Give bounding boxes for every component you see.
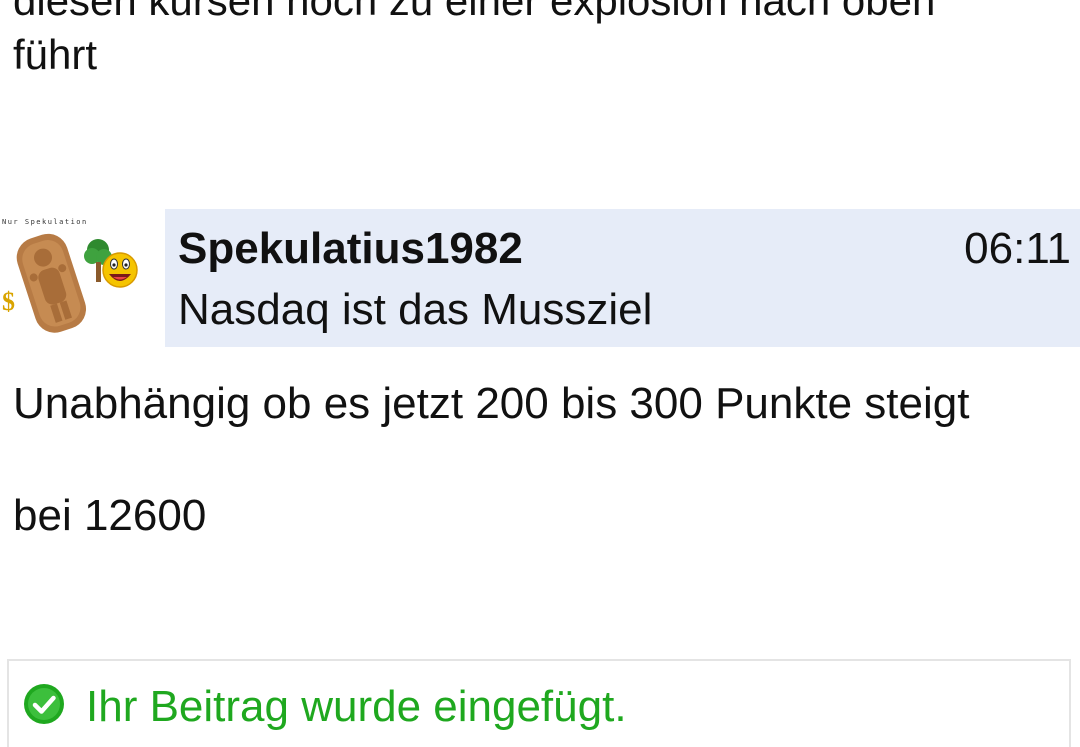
page: diesen kursen noch zu einer explosion na… — [0, 0, 1080, 747]
post-subject: Nasdaq ist das Mussziel — [178, 285, 653, 334]
svg-text:$: $ — [2, 287, 15, 316]
post-body-line-2: bei 12600 — [13, 491, 207, 540]
previous-post-line-1: diesen kursen noch zu einer explosion na… — [13, 0, 936, 24]
svg-text:Nur Spekulation: Nur Spekulation — [2, 218, 88, 226]
notice-text: Ihr Beitrag wurde eingefügt. — [86, 682, 627, 731]
post-time: 06:11 — [964, 224, 1071, 273]
previous-post-text: diesen kursen noch zu einer explosion na… — [13, 0, 1073, 82]
post-header: Nur Spekulation $ Spekulatius1982 06:11 … — [0, 208, 1080, 348]
check-circle-icon — [24, 684, 64, 724]
avatar[interactable]: Nur Spekulation $ — [0, 212, 145, 340]
avatar-image: Nur Spekulation $ — [2, 218, 138, 333]
author-name[interactable]: Spekulatius1982 — [178, 223, 523, 275]
post-header-box: Spekulatius1982 06:11 Nasdaq ist das Mus… — [165, 209, 1080, 347]
previous-post-line-2: führt — [13, 31, 98, 78]
success-notice: Ihr Beitrag wurde eingefügt. — [7, 659, 1071, 747]
post-body-line-1: Unabhängig ob es jetzt 200 bis 300 Punkt… — [13, 379, 970, 428]
